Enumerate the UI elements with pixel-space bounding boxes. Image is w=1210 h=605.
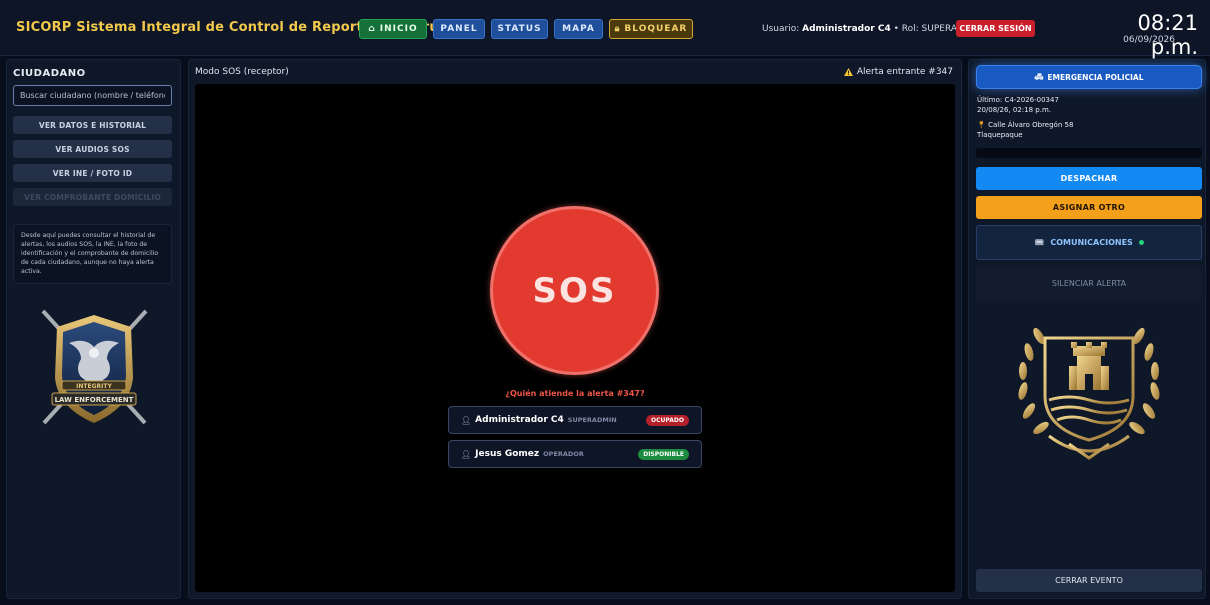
law-enforcement-badge-icon: INTEGRITY LAW ENFORCEMENT <box>41 309 148 425</box>
address-street: Calle Álvaro Obregón 58 <box>988 121 1074 129</box>
responder-name: Jesus Gomez <box>475 449 540 459</box>
pin-icon: 📍︎ <box>977 121 986 129</box>
online-status-dot <box>1138 240 1144 245</box>
responder-row[interactable]: 👤︎ Administrador C4 SUPERADMIN OCUPADO <box>448 406 702 434</box>
silence-alert-button[interactable]: SILENCIAR ALERTA <box>976 267 1202 300</box>
sos-stage: SOS ¿Quién atiende la alerta #347? 👤︎ Ad… <box>195 84 955 592</box>
nav-bloquear-button[interactable]: 🔒︎ BLOQUEAR <box>609 19 693 39</box>
responder-role: SUPERADMIN <box>567 416 617 424</box>
view-address-proof-button[interactable]: VER COMPROBANTE DOMICILIO <box>13 188 172 206</box>
badge-text-top: INTEGRITY <box>76 383 112 390</box>
responder-role: OPERADOR <box>543 450 584 458</box>
last-event-datetime: 20/08/26, 02:18 p.m. <box>977 105 1051 114</box>
municipal-crest-icon <box>1018 327 1160 460</box>
citizen-panel: CIUDADANO VER DATOS E HISTORIAL VER AUDI… <box>6 59 181 599</box>
responder-row[interactable]: 👤︎ Jesus Gomez OPERADOR DISPONIBLE <box>448 440 702 468</box>
lock-icon: 🔒︎ <box>614 24 621 34</box>
view-history-button[interactable]: VER DATOS E HISTORIAL <box>13 116 172 134</box>
incoming-alert-text: Alerta entrante #347 <box>856 67 953 77</box>
incoming-alert-label: Alerta entrante #347 <box>843 67 953 77</box>
status-badge: OCUPADO <box>646 414 689 426</box>
user-info: Usuario: Administrador C4 • Rol: SUPERAD… <box>762 24 981 34</box>
user-icon: 👤︎ <box>461 449 472 459</box>
dispatch-button[interactable]: DESPACHAR <box>976 167 1202 190</box>
assign-other-button[interactable]: ASIGNAR OTRO <box>976 196 1202 219</box>
view-ine-button[interactable]: VER INE / FOTO ID <box>13 164 172 182</box>
close-event-button[interactable]: CERRAR EVENTO <box>976 569 1202 592</box>
user-prefix: Usuario: <box>762 24 800 34</box>
warning-icon <box>843 68 853 76</box>
mode-label: Modo SOS (receptor) <box>195 67 289 77</box>
responder-name: Administrador C4 <box>475 415 564 425</box>
sos-button[interactable]: SOS <box>490 206 659 375</box>
nav-status-label: STATUS <box>497 24 542 34</box>
user-name: Administrador C4 <box>802 24 891 34</box>
last-event-id: Último: C4-2026-00347 <box>977 96 1059 104</box>
sos-receiver-panel: Modo SOS (receptor) Alerta entrante #347… <box>188 59 962 599</box>
dispatch-panel: 🚓︎ EMERGENCIA POLICIAL Último: C4-2026-0… <box>968 59 1206 599</box>
radio-icon: 📟︎ <box>1034 238 1045 247</box>
citizen-panel-title: CIUDADANO <box>13 68 86 79</box>
address-city: Tlaquepaque <box>977 130 1023 139</box>
nav-panel-label: PANEL <box>440 24 478 34</box>
police-emergency-button[interactable]: 🚓︎ EMERGENCIA POLICIAL <box>976 65 1202 89</box>
citizen-info-text: Desde aquí puedes consultar el historial… <box>13 224 172 284</box>
police-car-icon: 🚓︎ <box>1034 73 1044 81</box>
event-address: 📍︎ Calle Álvaro Obregón 58 Tlaquepaque <box>977 121 1073 140</box>
police-emergency-label: EMERGENCIA POLICIAL <box>1047 72 1144 82</box>
status-badge: DISPONIBLE <box>638 448 689 460</box>
nav-inicio-label: INICIO <box>379 24 418 34</box>
who-attends-label: ¿Quién atiende la alerta #347? <box>505 389 645 398</box>
clock-date: 06/09/2026 <box>1123 35 1175 45</box>
home-icon: ⌂ <box>368 24 376 34</box>
event-progress-bar <box>976 148 1202 158</box>
nav-mapa-button[interactable]: MAPA <box>554 19 603 39</box>
nav-panel-button[interactable]: PANEL <box>433 19 485 39</box>
communications-button[interactable]: 📟︎ COMUNICACIONES <box>976 225 1202 260</box>
user-icon: 👤︎ <box>461 415 472 425</box>
view-sos-audio-button[interactable]: VER AUDIOS SOS <box>13 140 172 158</box>
citizen-search-input[interactable] <box>13 85 172 106</box>
last-event-info: Último: C4-2026-00347 20/08/26, 02:18 p.… <box>977 96 1059 115</box>
nav-bloquear-label: BLOQUEAR <box>624 24 688 34</box>
top-bar: SICORP Sistema Integral de Control de Re… <box>0 0 1210 59</box>
nav-inicio-button[interactable]: ⌂ INICIO <box>359 19 427 39</box>
nav-mapa-label: MAPA <box>562 24 595 34</box>
badge-text-bottom: LAW ENFORCEMENT <box>55 396 134 404</box>
communications-label: COMUNICACIONES <box>1050 238 1133 247</box>
logout-button[interactable]: CERRAR SESIÓN <box>956 20 1035 37</box>
nav-status-button[interactable]: STATUS <box>491 19 548 39</box>
